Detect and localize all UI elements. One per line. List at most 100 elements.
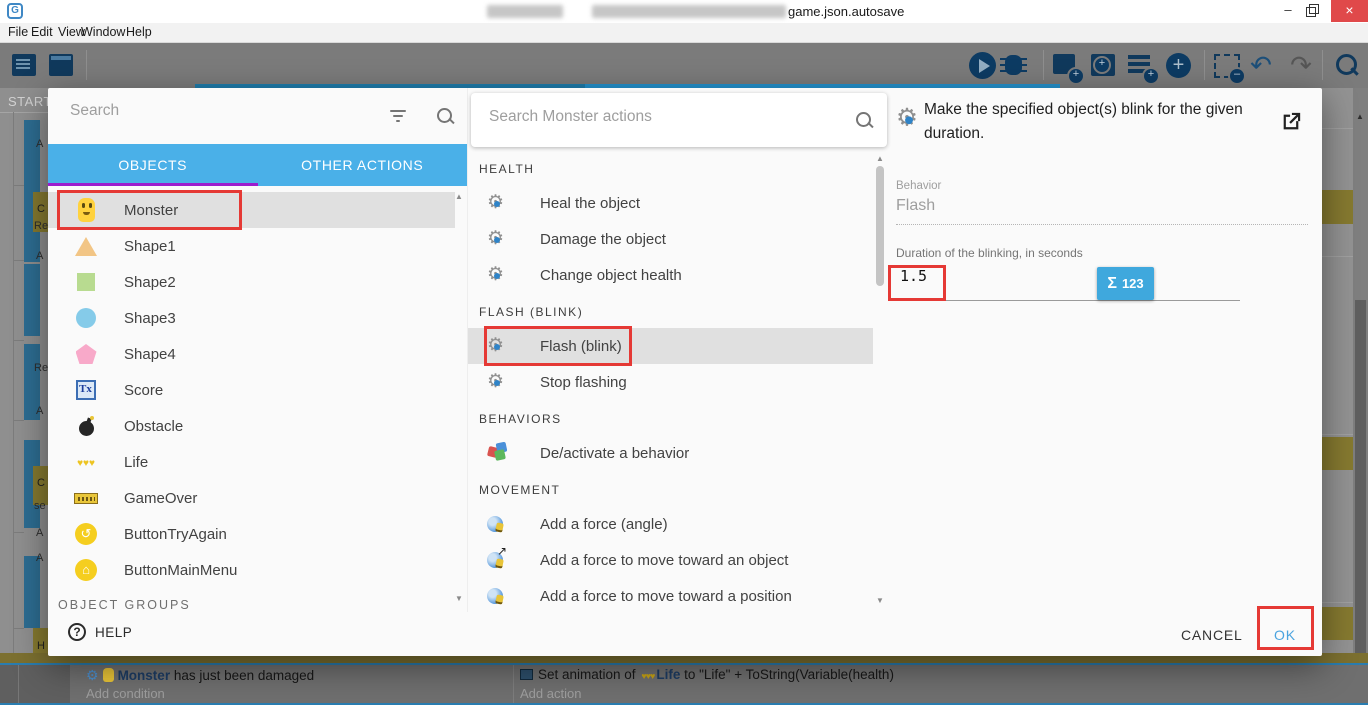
object-item-monster[interactable]: Monster bbox=[48, 190, 455, 230]
expression-builder-button[interactable]: Σ 123 bbox=[1097, 267, 1154, 300]
clipped-event-text: C bbox=[37, 203, 45, 215]
object-item-obstacle[interactable]: Obstacle bbox=[48, 408, 455, 444]
action-item-add-a-force-to-move-toward-an-object[interactable]: ↗ Add a force to move toward an object bbox=[468, 542, 873, 578]
object-label: ButtonMainMenu bbox=[124, 561, 238, 579]
scrollbar-thumb[interactable] bbox=[1355, 300, 1366, 705]
action-item-add-a-force-to-move-toward-a-position[interactable]: Add a force to move toward a position bbox=[468, 578, 873, 612]
object-item-shape3[interactable]: Shape3 bbox=[48, 300, 455, 336]
add-action-link[interactable]: Add action bbox=[520, 686, 581, 701]
object-item-shape1[interactable]: Shape1 bbox=[48, 228, 455, 264]
scroll-down-icon[interactable]: ▼ bbox=[876, 596, 884, 605]
object-groups-header: OBJECT GROUPS bbox=[58, 598, 191, 612]
help-button[interactable]: ? HELP bbox=[68, 623, 132, 641]
scroll-up-icon[interactable]: ▲ bbox=[455, 192, 463, 201]
object-icon-box bbox=[68, 415, 104, 436]
cancel-button[interactable]: CANCEL bbox=[1173, 622, 1251, 648]
object-search-input[interactable] bbox=[70, 102, 360, 120]
add-subevent-icon[interactable] bbox=[1089, 51, 1119, 81]
action-item-heal-the-object[interactable]: Heal the object bbox=[468, 185, 873, 221]
filter-icon[interactable] bbox=[388, 109, 408, 123]
action-item-change-object-health[interactable]: Change object health bbox=[468, 257, 873, 293]
action-item-flash-blink-[interactable]: Flash (blink) bbox=[468, 326, 873, 366]
add-condition-link[interactable]: Add condition bbox=[86, 686, 165, 701]
undo-icon[interactable]: ↶ bbox=[1246, 51, 1276, 81]
gear-icon bbox=[487, 263, 507, 286]
action-item-add-a-force-angle-[interactable]: Add a force (angle) bbox=[468, 506, 873, 542]
pentagon-icon bbox=[75, 344, 97, 364]
events-scrollbar[interactable]: ▲ bbox=[1353, 88, 1368, 705]
search-icon[interactable] bbox=[436, 107, 454, 125]
section-header-flash-blink-: FLASH (BLINK) bbox=[479, 305, 584, 319]
action-object-name: Life bbox=[656, 667, 681, 682]
event-actions-cell[interactable]: Set animation of ♥♥♥ Life to "Life" + ToS… bbox=[514, 665, 1368, 703]
delete-selection-icon[interactable] bbox=[1212, 51, 1246, 85]
event-conditions-cell[interactable]: ⚙ Monster has just been damaged Add condi… bbox=[70, 665, 513, 703]
menu-edit[interactable]: Edit bbox=[31, 25, 53, 39]
action-icon-box: ↗ bbox=[485, 544, 509, 570]
object-label: Shape2 bbox=[124, 273, 176, 291]
monster-mini-icon bbox=[102, 668, 114, 682]
external-link-icon[interactable] bbox=[1280, 111, 1302, 133]
tab-other-actions[interactable]: OTHER ACTIONS bbox=[258, 144, 468, 186]
scroll-down-icon[interactable]: ▼ bbox=[455, 594, 463, 603]
action-search-input[interactable] bbox=[489, 108, 809, 126]
behavior-value: Flash bbox=[896, 197, 936, 214]
menu-window[interactable]: Window bbox=[81, 25, 125, 39]
scroll-up-icon[interactable]: ▲ bbox=[876, 154, 884, 163]
action-icon-box bbox=[485, 263, 509, 286]
behavior-icon bbox=[488, 444, 506, 462]
object-item-gameover[interactable]: GameOver bbox=[48, 480, 455, 516]
object-item-score[interactable]: Score bbox=[48, 372, 455, 408]
action-search-bar bbox=[471, 93, 887, 147]
object-item-buttontryagain[interactable]: ButtonTryAgain bbox=[48, 516, 455, 552]
menu-help[interactable]: Help bbox=[126, 25, 152, 39]
clipped-event-text: A bbox=[36, 405, 44, 417]
indent-tick bbox=[13, 340, 24, 341]
behavior-field-underline bbox=[896, 224, 1308, 225]
action-item-stop-flashing[interactable]: Stop flashing bbox=[468, 364, 873, 400]
restore-button[interactable] bbox=[1297, 0, 1325, 22]
indent-tick bbox=[13, 420, 24, 421]
debug-icon[interactable] bbox=[999, 51, 1029, 81]
section-header-behaviors: BEHAVIORS bbox=[479, 412, 562, 426]
square-icon bbox=[77, 273, 95, 291]
object-item-life[interactable]: Life bbox=[48, 444, 455, 480]
object-item-shape4[interactable]: Shape4 bbox=[48, 336, 455, 372]
redo-icon[interactable]: ↷ bbox=[1286, 51, 1316, 81]
duration-field-underline bbox=[900, 300, 1240, 301]
action-list-scrollbar[interactable]: ▲ ▼ bbox=[873, 150, 887, 610]
preview-play-icon[interactable] bbox=[968, 51, 998, 81]
scene-editor-icon[interactable] bbox=[47, 51, 77, 81]
add-comment-icon[interactable] bbox=[1126, 51, 1160, 85]
add-event-icon[interactable] bbox=[1051, 51, 1085, 85]
scroll-up-icon[interactable]: ▲ bbox=[1356, 112, 1364, 121]
action-text-prefix: Set animation of bbox=[538, 667, 640, 682]
close-button[interactable] bbox=[1331, 0, 1368, 22]
action-item-damage-the-object[interactable]: Damage the object bbox=[468, 221, 873, 257]
object-item-shape2[interactable]: Shape2 bbox=[48, 264, 455, 300]
action-item-de-activate-a-behavior[interactable]: De/activate a behavior bbox=[468, 435, 873, 471]
expression-button-label: 123 bbox=[1121, 276, 1144, 291]
clipped-event-text: se bbox=[34, 500, 46, 512]
event-row: ⚙ Monster has just been damaged Add condi… bbox=[0, 663, 1368, 705]
scrollbar-thumb[interactable] bbox=[876, 166, 884, 286]
menu-file[interactable]: File bbox=[8, 25, 28, 39]
objects-panel: OBJECTSOTHER ACTIONS Monster Shape1 Shape2… bbox=[48, 88, 467, 612]
event-indent-rail bbox=[0, 665, 70, 703]
indent-tick bbox=[13, 532, 24, 533]
section-header-movement: MOVEMENT bbox=[479, 483, 561, 497]
search-events-icon[interactable] bbox=[1332, 51, 1362, 81]
duration-input[interactable] bbox=[900, 267, 1050, 285]
add-other-event-icon[interactable] bbox=[1164, 51, 1194, 81]
tab-objects[interactable]: OBJECTS bbox=[48, 144, 258, 186]
ok-button[interactable]: OK bbox=[1266, 622, 1304, 648]
object-item-buttonmainmenu[interactable]: ButtonMainMenu bbox=[48, 552, 455, 588]
search-icon[interactable] bbox=[855, 111, 873, 129]
background-events-right: ▲ bbox=[1322, 88, 1368, 705]
action-icon-box bbox=[485, 334, 509, 357]
application-window: G game.json.autosave FileEditViewWindowH… bbox=[0, 0, 1368, 705]
events-sheet-icon[interactable] bbox=[10, 51, 40, 81]
object-icon-box bbox=[68, 523, 104, 545]
object-tabs: OBJECTS OTHER ACTIONS bbox=[48, 144, 467, 186]
clipped-event-text: A bbox=[36, 250, 44, 262]
